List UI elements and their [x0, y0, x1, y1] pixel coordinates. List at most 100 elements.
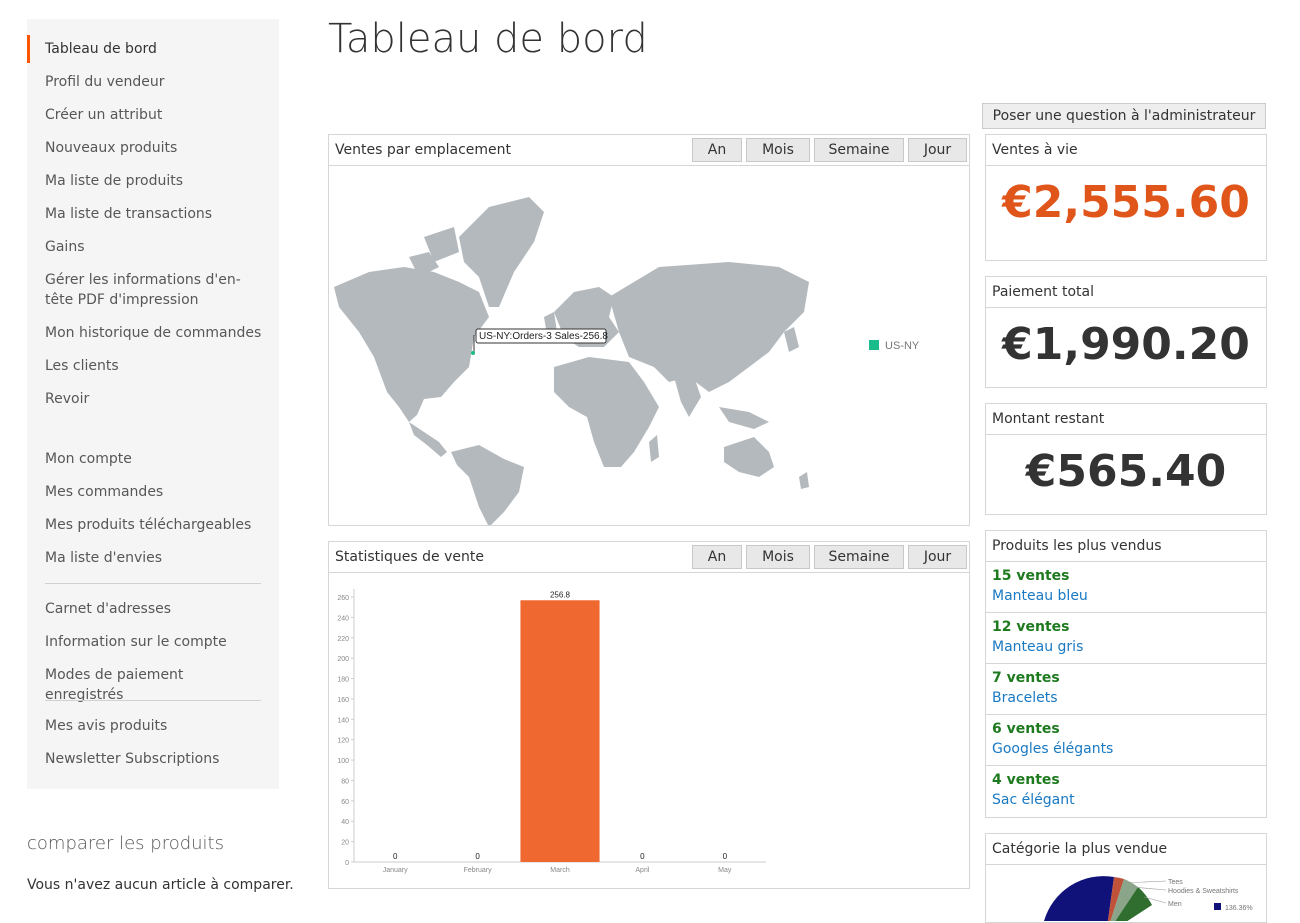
- list-item: 4 ventes Sac élégant: [986, 766, 1266, 817]
- x-tick-label: January: [383, 867, 408, 874]
- sidebar-item-create-attribute[interactable]: Créer un attribut: [45, 105, 265, 125]
- sidebar-item-seller-profile[interactable]: Profil du vendeur: [45, 72, 265, 92]
- ask-admin-button[interactable]: Poser une question à l'administrateur: [982, 103, 1266, 129]
- sidebar-item-customers[interactable]: Les clients: [45, 356, 265, 376]
- product-link[interactable]: Bracelets: [992, 690, 1058, 706]
- y-tick-label: 80: [341, 778, 349, 785]
- sidebar-item-address-book[interactable]: Carnet d'adresses: [45, 599, 265, 619]
- panel-title: Montant restant: [992, 411, 1105, 427]
- sidebar-item-newsletter[interactable]: Newsletter Subscriptions: [45, 749, 265, 769]
- legend-swatch: [869, 340, 879, 350]
- sidebar-item-payment-methods[interactable]: Modes de paiement enregistrés: [45, 665, 265, 705]
- product-sales-count: 7 ventes: [992, 670, 1060, 686]
- sidebar-item-dashboard[interactable]: Tableau de bord: [45, 39, 265, 59]
- total-payment-panel: Paiement total €1,990.20: [985, 276, 1267, 388]
- product-link[interactable]: Manteau bleu: [992, 588, 1088, 604]
- list-item: 12 ventes Manteau gris: [986, 613, 1266, 664]
- category-pie-chart: Tees Hoodies & Sweatshirts Men 136.36%: [1044, 876, 1253, 921]
- panel-title: Ventes par emplacement: [335, 142, 512, 158]
- x-tick-label: April: [635, 867, 649, 874]
- y-tick-label: 60: [341, 799, 349, 806]
- sidebar-item-review[interactable]: Revoir: [45, 389, 265, 409]
- pie-slice-men: [1044, 876, 1114, 921]
- map-legend: US-NY: [869, 340, 920, 352]
- tab-week[interactable]: Semaine: [814, 545, 904, 569]
- y-tick-label: 220: [337, 636, 349, 643]
- x-tick-label: March: [550, 867, 570, 874]
- tab-year[interactable]: An: [692, 138, 742, 162]
- y-tick-label: 140: [337, 717, 349, 724]
- tab-week[interactable]: Semaine: [814, 138, 904, 162]
- panel-title: Produits les plus vendus: [992, 538, 1162, 554]
- sidebar-item-product-list[interactable]: Ma liste de produits: [45, 171, 265, 191]
- y-tick-label: 160: [337, 697, 349, 704]
- tab-month[interactable]: Mois: [746, 545, 810, 569]
- y-tick-label: 0: [345, 860, 349, 867]
- map-marker-us-ny[interactable]: US-NY:Orders-3 Sales-256.8: [471, 328, 608, 355]
- best-products-panel: Produits les plus vendus 15 ventes Mante…: [985, 530, 1267, 818]
- x-tick-label: February: [464, 867, 493, 874]
- sidebar-item-order-history[interactable]: Mon historique de commandes: [45, 323, 265, 343]
- compare-empty-message: Vous n'avez aucun article à comparer.: [27, 877, 294, 893]
- active-indicator: [27, 35, 30, 63]
- pie-label: Tees: [1168, 879, 1183, 886]
- panel-title: Catégorie la plus vendue: [992, 841, 1168, 857]
- bar: [520, 600, 600, 862]
- sidebar-item-downloadable-products[interactable]: Mes produits téléchargeables: [45, 515, 265, 535]
- legend-value: 136.36%: [1225, 905, 1253, 912]
- sidebar-item-product-reviews[interactable]: Mes avis produits: [45, 716, 265, 736]
- bar-data-label: 0: [393, 852, 398, 861]
- panel-title: Statistiques de vente: [335, 549, 484, 565]
- sidebar-item-new-products[interactable]: Nouveaux produits: [45, 138, 265, 158]
- list-item: 6 ventes Googles élégants: [986, 715, 1266, 766]
- sidebar-item-earnings[interactable]: Gains: [45, 237, 265, 257]
- panel-header: Statistiques de vente An Mois Semaine Jo…: [329, 542, 969, 573]
- remaining-amount-panel: Montant restant €565.40: [985, 403, 1267, 515]
- tab-month[interactable]: Mois: [746, 138, 810, 162]
- compare-products-title: comparer les produits: [27, 833, 224, 854]
- world-map: US-NY:Orders-3 Sales-256.8 US-NY: [334, 197, 920, 525]
- sidebar-item-account-info[interactable]: Information sur le compte: [45, 632, 265, 652]
- bar-data-label: 0: [640, 852, 645, 861]
- panel-title: Paiement total: [992, 284, 1094, 300]
- tab-day[interactable]: Jour: [908, 545, 967, 569]
- x-tick-label: May: [718, 867, 732, 874]
- total-payment-value: €1,990.20: [1002, 319, 1250, 370]
- lifetime-sales-value: €2,555.60: [1002, 177, 1250, 228]
- map-tooltip: US-NY:Orders-3 Sales-256.8: [479, 331, 608, 342]
- y-tick-label: 40: [341, 819, 349, 826]
- sidebar-item-transaction-list[interactable]: Ma liste de transactions: [45, 204, 265, 224]
- account-sidebar: Tableau de bord Profil du vendeur Créer …: [27, 19, 279, 789]
- legend-label: US-NY: [885, 340, 920, 352]
- bar-data-label: 0: [475, 852, 480, 861]
- legend-swatch: [1214, 903, 1221, 910]
- product-link[interactable]: Manteau gris: [992, 639, 1083, 655]
- product-sales-count: 4 ventes: [992, 772, 1060, 788]
- sidebar-item-wishlist[interactable]: Ma liste d'envies: [45, 548, 265, 568]
- lifetime-sales-panel: Ventes à vie €2,555.60: [985, 134, 1267, 261]
- y-tick-label: 100: [337, 758, 349, 765]
- product-sales-count: 6 ventes: [992, 721, 1060, 737]
- bar-data-label: 0: [723, 852, 728, 861]
- best-category-panel: Catégorie la plus vendue Tees Hoodies & …: [985, 833, 1267, 923]
- panel-title: Ventes à vie: [992, 142, 1078, 158]
- sidebar-divider: [45, 583, 261, 584]
- sidebar-item-pdf-header[interactable]: Gérer les informations d'en-tête PDF d'i…: [45, 270, 265, 310]
- tab-year[interactable]: An: [692, 545, 742, 569]
- pie-label: Men: [1168, 901, 1182, 908]
- product-sales-count: 12 ventes: [992, 619, 1070, 635]
- product-link[interactable]: Sac élégant: [992, 792, 1075, 808]
- panel-header: Ventes à vie: [986, 135, 1266, 166]
- sidebar-item-my-account[interactable]: Mon compte: [45, 449, 265, 469]
- list-item: 15 ventes Manteau bleu: [986, 562, 1266, 613]
- y-tick-label: 240: [337, 615, 349, 622]
- y-tick-label: 260: [337, 595, 349, 602]
- product-link[interactable]: Googles élégants: [992, 741, 1113, 757]
- continents: [334, 197, 809, 525]
- panel-header: Produits les plus vendus: [986, 531, 1266, 562]
- tab-day[interactable]: Jour: [908, 138, 967, 162]
- sales-bar-chart: 0 20 40 60 80 100 120 140 160 180 200 220 240 260 0 Jan…: [337, 589, 766, 874]
- sidebar-item-my-orders[interactable]: Mes commandes: [45, 482, 265, 502]
- bar-data-label: 256.8: [550, 590, 571, 599]
- panel-header: Ventes par emplacement An Mois Semaine J…: [329, 135, 969, 166]
